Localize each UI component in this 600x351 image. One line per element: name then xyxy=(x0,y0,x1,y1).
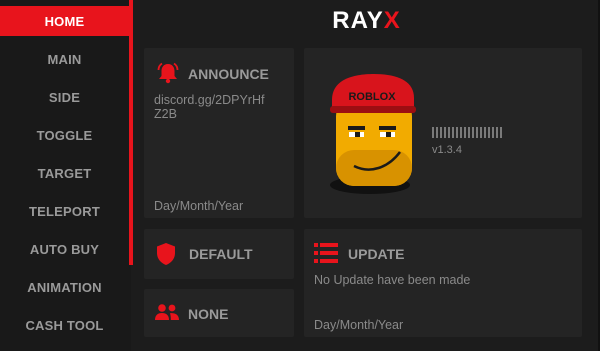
sidebar-item-cash-tool[interactable]: CASH TOOL xyxy=(0,310,129,340)
profile-card: ROBLOX v1.3.4 xyxy=(304,48,582,218)
version-bars xyxy=(432,127,502,138)
app-window: HOME MAIN SIDE TOGGLE TARGET TELEPORT AU… xyxy=(0,0,600,351)
hat-text: ROBLOX xyxy=(348,91,396,103)
users-icon xyxy=(155,304,179,320)
sidebar-item-target[interactable]: TARGET xyxy=(0,158,129,188)
announce-date: Day/Month/Year xyxy=(154,199,244,213)
announce-text-line2: Z2B xyxy=(154,107,177,121)
default-card[interactable]: DEFAULT xyxy=(144,229,294,279)
none-label: NONE xyxy=(188,306,229,322)
bell-icon xyxy=(157,62,179,84)
update-title: UPDATE xyxy=(348,246,405,262)
shield-icon xyxy=(157,243,175,265)
update-text: No Update have been made xyxy=(314,273,471,287)
sidebar-item-main[interactable]: MAIN xyxy=(0,44,129,74)
sidebar-item-toggle[interactable]: TOGGLE xyxy=(0,120,129,150)
sidebar-item-home[interactable]: HOME xyxy=(0,6,129,36)
sidebar-item-teleport[interactable]: TELEPORT xyxy=(0,196,129,226)
list-icon xyxy=(314,243,338,263)
none-card[interactable]: NONE xyxy=(144,289,294,337)
sidebar-item-auto-buy[interactable]: AUTO BUY xyxy=(0,234,129,264)
update-date: Day/Month/Year xyxy=(314,318,404,332)
app-title-part1: RAY xyxy=(332,7,384,34)
sidebar-item-side[interactable]: SIDE xyxy=(0,82,129,112)
announce-card: ANNOUNCE discord.gg/2DPYrHf Z2B Day/Mont… xyxy=(144,48,294,218)
version-label: v1.3.4 xyxy=(432,144,462,156)
sidebar: HOME MAIN SIDE TOGGLE TARGET TELEPORT AU… xyxy=(0,0,131,351)
app-title: RAY X xyxy=(133,0,600,42)
sidebar-item-animation[interactable]: ANIMATION xyxy=(0,272,129,302)
app-title-part2: X xyxy=(383,7,401,34)
default-label: DEFAULT xyxy=(189,246,253,262)
update-card: UPDATE No Update have been made Day/Mont… xyxy=(304,229,582,337)
avatar: ROBLOX xyxy=(330,74,416,194)
announce-title: ANNOUNCE xyxy=(188,66,269,82)
